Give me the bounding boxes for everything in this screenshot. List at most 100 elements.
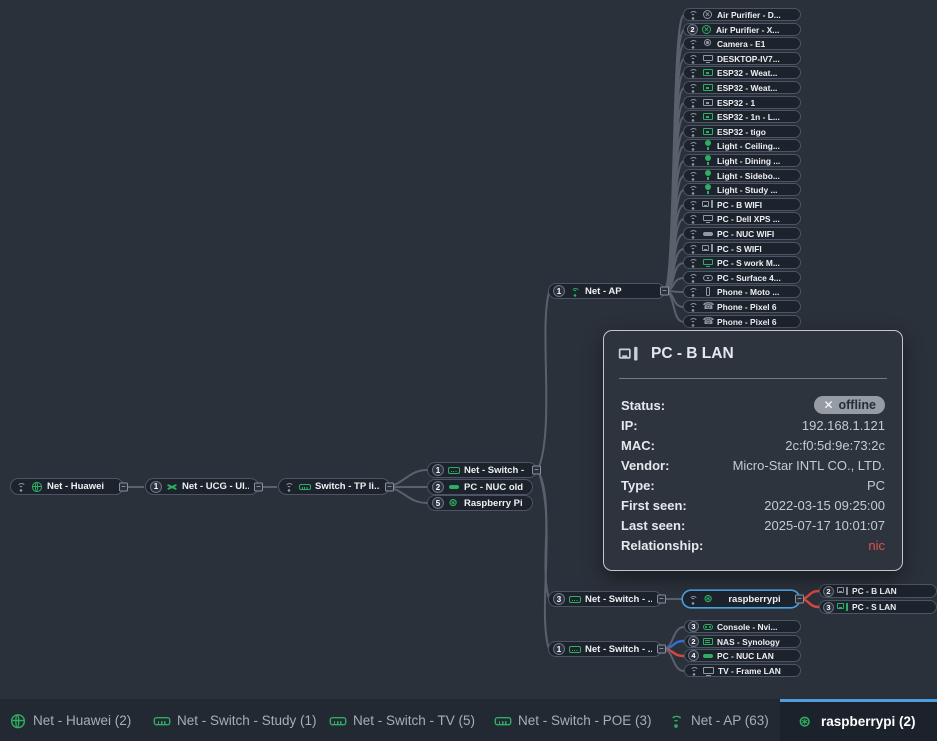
- tab-raspberrypi-active[interactable]: raspberrypi (2): [780, 699, 937, 741]
- wifi-icon: [687, 126, 699, 137]
- device-node[interactable]: Light - Dining ...: [683, 154, 801, 167]
- node-label: PC - Dell XPS ...: [717, 214, 780, 224]
- wifi-icon: [687, 272, 699, 283]
- chip-icon: [702, 126, 714, 137]
- device-node[interactable]: Phone - Pixel 6: [683, 315, 801, 328]
- detail-row-mac: MAC: 2c:f0:5d:9e:73:2c: [619, 435, 887, 455]
- tab-net-ap[interactable]: Net - AP (63): [670, 699, 769, 741]
- collapse-toggle[interactable]: [657, 645, 666, 654]
- switch-icon: [299, 481, 311, 492]
- node-label: Net - Switch - ...: [585, 594, 652, 605]
- node-console[interactable]: 3 Console - Nvi...: [684, 620, 801, 633]
- tv-icon: [703, 665, 715, 676]
- node-net-huawei[interactable]: Net - Huawei: [10, 478, 124, 495]
- node-pc-nuc-lan[interactable]: 4 PC - NUC LAN: [684, 649, 801, 662]
- device-node[interactable]: PC - NUC WIFI: [683, 227, 801, 240]
- collapse-toggle[interactable]: [119, 482, 128, 491]
- detail-value: 192.168.1.121: [802, 418, 885, 433]
- tab-net-huawei[interactable]: Net - Huawei (2): [12, 699, 131, 741]
- popup-header: PC - B LAN: [623, 345, 887, 363]
- wifi-icon: [283, 481, 295, 492]
- node-switch-tp[interactable]: Switch - TP li...: [278, 478, 390, 495]
- node-raspberrypi-selected[interactable]: raspberrypi: [682, 590, 800, 608]
- wifi-icon: [668, 712, 685, 727]
- tab-label: Net - Switch - TV (5): [353, 713, 475, 728]
- node-net-switch-poe[interactable]: 3 Net - Switch - ...: [548, 591, 662, 607]
- raspberry-icon: [798, 714, 815, 729]
- device-node[interactable]: Light - Sidebo...: [683, 169, 801, 182]
- node-label: PC - B WIFI: [717, 200, 762, 210]
- chip-icon: [702, 82, 714, 93]
- raspberry-icon: [448, 498, 460, 509]
- device-node[interactable]: PC - Surface 4...: [683, 271, 801, 284]
- wifi-icon: [687, 301, 699, 312]
- detail-label: Vendor:: [621, 458, 669, 473]
- collapse-toggle[interactable]: [254, 482, 263, 491]
- device-node[interactable]: PC - B WIFI: [683, 198, 801, 211]
- device-node[interactable]: 2Air Purifier - X...: [683, 23, 801, 36]
- node-net-switch-study[interactable]: 1 Net - Switch - ...: [427, 462, 537, 478]
- device-node[interactable]: Light - Ceiling...: [683, 139, 801, 152]
- collapse-toggle[interactable]: [532, 466, 541, 475]
- device-node[interactable]: Camera - E1: [683, 37, 801, 50]
- wifi-icon: [687, 213, 699, 224]
- collapse-toggle[interactable]: [795, 595, 804, 604]
- device-node[interactable]: PC - Dell XPS ...: [683, 212, 801, 225]
- tab-label: Net - Switch - Study (1): [177, 713, 317, 728]
- device-node[interactable]: Phone - Pixel 6: [683, 300, 801, 313]
- tab-net-switch-tv[interactable]: Net - Switch - TV (5): [332, 699, 475, 741]
- device-node[interactable]: ESP32 - 1n - L...: [683, 110, 801, 123]
- chip-icon: [702, 97, 714, 108]
- tab-net-switch-poe[interactable]: Net - Switch - POE (3): [497, 699, 652, 741]
- offline-x-icon: ✕: [823, 398, 833, 412]
- count-badge: 2: [823, 586, 834, 597]
- node-label: NAS - Synology: [717, 637, 780, 647]
- gamepad-icon: [702, 621, 714, 632]
- collapse-toggle[interactable]: [657, 595, 666, 604]
- device-node[interactable]: Air Purifier - D...: [683, 8, 801, 21]
- node-tv-frame-lan[interactable]: TV - Frame LAN: [684, 664, 801, 677]
- node-net-ucg[interactable]: 1 Net - UCG - Ul...: [145, 478, 259, 495]
- node-pc-b-lan[interactable]: 2 PC - B LAN: [819, 584, 937, 598]
- count-badge: 1: [553, 285, 565, 297]
- node-label: Net - Huawei: [47, 481, 104, 492]
- detail-label: Last seen:: [621, 518, 685, 533]
- detail-label: MAC:: [621, 438, 655, 453]
- device-node[interactable]: ESP32 - tigo: [683, 125, 801, 138]
- node-label: raspberrypi: [728, 594, 780, 605]
- mini-pc-icon: [702, 228, 714, 239]
- node-pc-nuc-old[interactable]: 2 PC - NUC old: [427, 479, 533, 495]
- node-pc-s-lan[interactable]: 3 PC - S LAN: [819, 600, 937, 614]
- switch-icon: [495, 712, 512, 727]
- node-raspberry-pi[interactable]: 5 Raspberry Pi ...: [427, 495, 533, 511]
- device-node[interactable]: ESP32 - 1: [683, 96, 801, 109]
- node-nas-synology[interactable]: 2 NAS - Synology: [684, 635, 801, 648]
- collapse-toggle[interactable]: [385, 482, 394, 491]
- tab-label: raspberrypi (2): [821, 714, 916, 729]
- pc-icon: [702, 243, 714, 254]
- chip-icon: [702, 67, 714, 78]
- device-node[interactable]: Phone - Moto ...: [683, 285, 801, 298]
- popup-divider: [619, 378, 887, 379]
- node-label: Net - Switch - ...: [585, 644, 652, 655]
- bulb-icon: [702, 170, 714, 181]
- device-node[interactable]: ESP32 - Weat...: [683, 66, 801, 79]
- device-node[interactable]: PC - S WIFI: [683, 242, 801, 255]
- collapse-toggle[interactable]: [660, 287, 669, 296]
- camera-icon: [702, 38, 714, 49]
- device-node[interactable]: PC - S work M...: [683, 256, 801, 269]
- device-node[interactable]: Light - Study ...: [683, 183, 801, 196]
- device-node[interactable]: DESKTOP-IV7...: [683, 52, 801, 65]
- wifi-icon: [687, 67, 699, 78]
- detail-label: IP:: [621, 418, 638, 433]
- wifi-icon: [687, 53, 699, 64]
- node-label: ESP32 - 1: [717, 98, 755, 108]
- detail-row-last-seen: Last seen: 2025-07-17 10:01:07: [619, 515, 887, 535]
- node-net-switch-tv[interactable]: 1 Net - Switch - ...: [548, 641, 662, 657]
- tab-net-switch-study[interactable]: Net - Switch - Study (1): [156, 699, 317, 741]
- handset-icon: [702, 301, 714, 312]
- device-node[interactable]: ESP32 - Weat...: [683, 81, 801, 94]
- node-label: Net - UCG - Ul...: [182, 481, 249, 492]
- node-net-ap[interactable]: 1 Net - AP: [548, 283, 665, 299]
- detail-row-ip: IP: 192.168.1.121: [619, 415, 887, 435]
